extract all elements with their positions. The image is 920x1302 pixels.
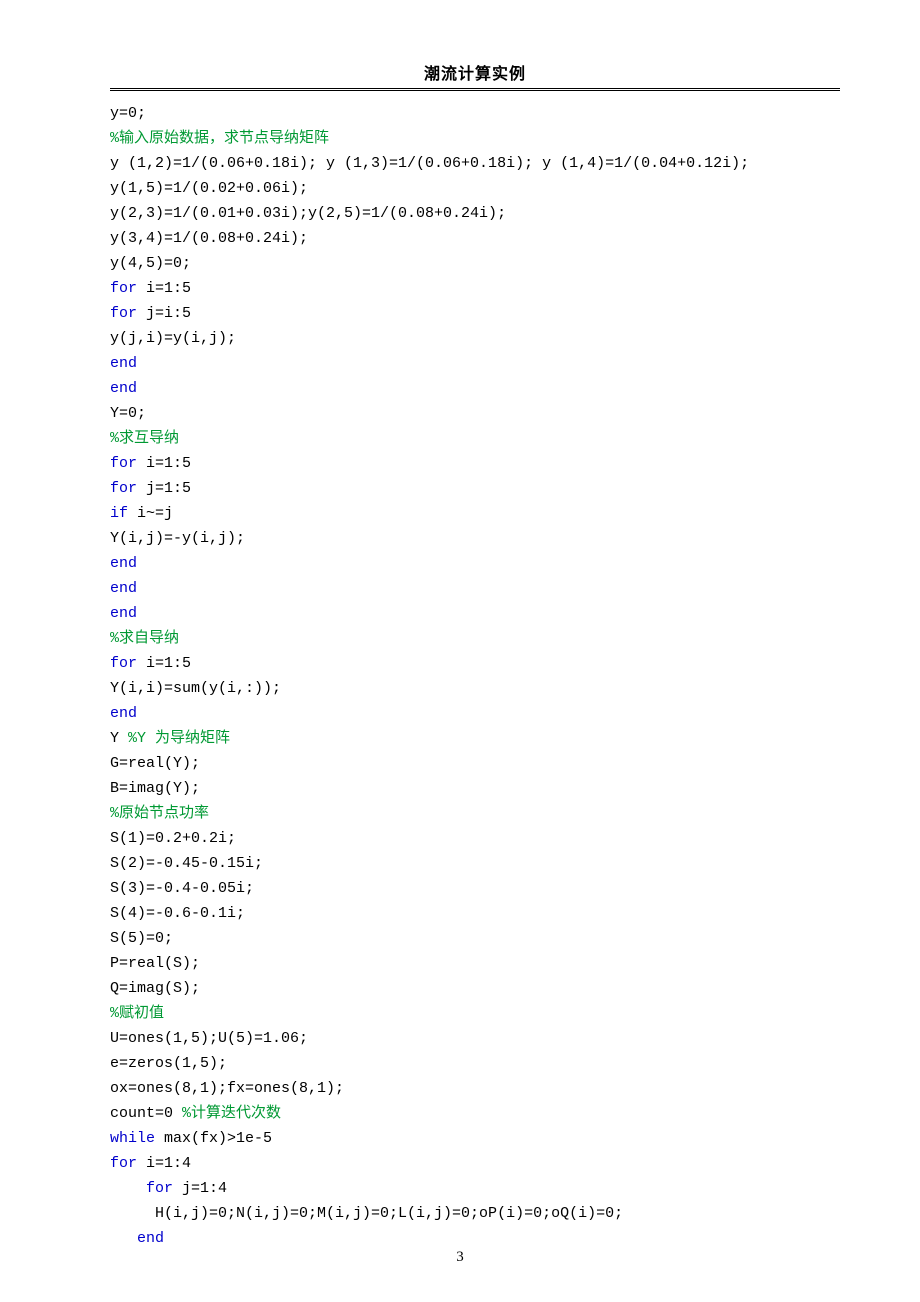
keyword-end: end [110, 355, 137, 372]
keyword-while: while [110, 1130, 155, 1147]
code-line: y(3,4)=1/(0.08+0.24i); [110, 230, 308, 247]
code-text: i~=j [128, 505, 173, 522]
code-line: Y(i,i)=sum(y(i,:)); [110, 680, 281, 697]
code-indent [110, 1180, 146, 1197]
code-line: Y(i,j)=-y(i,j); [110, 530, 245, 547]
code-line: e=zeros(1,5); [110, 1055, 227, 1072]
code-line: B=imag(Y); [110, 780, 200, 797]
keyword-for: for [146, 1180, 173, 1197]
code-text: max(fx)>1e-5 [155, 1130, 272, 1147]
keyword-for: for [110, 1155, 137, 1172]
code-indent [110, 1230, 137, 1247]
code-text: Y [110, 730, 128, 747]
code-text: j=1:5 [137, 480, 191, 497]
header-rule-thick [110, 88, 840, 89]
code-line: U=ones(1,5);U(5)=1.06; [110, 1030, 308, 1047]
code-line: y=0; [110, 105, 146, 122]
code-comment: %计算迭代次数 [182, 1105, 281, 1122]
code-text: j=1:4 [173, 1180, 227, 1197]
code-line: S(2)=-0.45-0.15i; [110, 855, 263, 872]
code-text: j=i:5 [137, 305, 191, 322]
keyword-end: end [110, 580, 137, 597]
keyword-end: end [110, 705, 137, 722]
code-comment: %输入原始数据，求节点导纳矩阵 [110, 130, 329, 147]
keyword-for: for [110, 305, 137, 322]
keyword-for: for [110, 280, 137, 297]
code-comment: %求互导纳 [110, 430, 179, 447]
keyword-for: for [110, 480, 137, 497]
code-text: i=1:4 [137, 1155, 191, 1172]
keyword-for: for [110, 455, 137, 472]
code-line: G=real(Y); [110, 755, 200, 772]
code-line: H(i,j)=0;N(i,j)=0;M(i,j)=0;L(i,j)=0;oP(i… [110, 1205, 623, 1222]
code-line: P=real(S); [110, 955, 200, 972]
code-text: i=1:5 [137, 655, 191, 672]
code-line: y(j,i)=y(i,j); [110, 330, 236, 347]
code-comment: %Y 为导纳矩阵 [128, 730, 230, 747]
code-line: S(5)=0; [110, 930, 173, 947]
code-line: y(1,5)=1/(0.02+0.06i); [110, 180, 308, 197]
code-line: S(1)=0.2+0.2i; [110, 830, 236, 847]
code-text: i=1:5 [137, 455, 191, 472]
keyword-end: end [110, 380, 137, 397]
page-header-title: 潮流计算实例 [110, 60, 840, 84]
code-text: count=0 [110, 1105, 182, 1122]
code-line: y(2,3)=1/(0.01+0.03i);y(2,5)=1/(0.08+0.2… [110, 205, 506, 222]
code-line: Q=imag(S); [110, 980, 200, 997]
keyword-end: end [137, 1230, 164, 1247]
page-number: 3 [0, 1249, 920, 1266]
header-rule-thin [110, 90, 840, 91]
code-line: Y=0; [110, 405, 146, 422]
code-line: y (1,2)=1/(0.06+0.18i); y (1,3)=1/(0.06+… [110, 155, 749, 172]
keyword-for: for [110, 655, 137, 672]
code-line: y(4,5)=0; [110, 255, 191, 272]
code-line: ox=ones(8,1);fx=ones(8,1); [110, 1080, 344, 1097]
code-line: S(4)=-0.6-0.1i; [110, 905, 245, 922]
code-text: i=1:5 [137, 280, 191, 297]
keyword-end: end [110, 605, 137, 622]
code-comment: %求自导纳 [110, 630, 179, 647]
code-comment: %原始节点功率 [110, 805, 209, 822]
code-line: S(3)=-0.4-0.05i; [110, 880, 254, 897]
code-block: y=0; %输入原始数据，求节点导纳矩阵 y (1,2)=1/(0.06+0.1… [110, 101, 840, 1251]
keyword-if: if [110, 505, 128, 522]
document-page: 潮流计算实例 y=0; %输入原始数据，求节点导纳矩阵 y (1,2)=1/(0… [0, 0, 920, 1302]
keyword-end: end [110, 555, 137, 572]
code-comment: %赋初值 [110, 1005, 164, 1022]
